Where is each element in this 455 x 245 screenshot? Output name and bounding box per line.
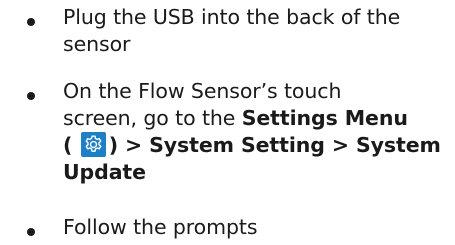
text-line: sensor xyxy=(63,32,131,56)
bullet-point xyxy=(27,228,35,236)
text-line: ( ) > System Setting > System xyxy=(63,132,448,159)
settings-path: ) > System Setting > System xyxy=(108,133,441,157)
bullet-point xyxy=(27,18,35,26)
list-item-text: Plug the USB into the back of the sensor xyxy=(63,4,448,58)
list-item-settings-path: On the Flow Sensor’s touch screen, go to… xyxy=(0,78,455,203)
text-line: Update xyxy=(63,159,448,186)
instruction-list: Plug the USB into the back of the sensor… xyxy=(0,0,455,245)
list-item-follow-prompts: Follow the prompts xyxy=(0,214,455,242)
list-item-plug-usb: Plug the USB into the back of the sensor xyxy=(0,4,455,64)
text-line: On the Flow Sensor’s touch xyxy=(63,79,342,103)
list-item-text: Follow the prompts xyxy=(63,214,448,241)
list-item-text: On the Flow Sensor’s touch screen, go to… xyxy=(63,78,448,186)
text-line: Plug the USB into the back of the xyxy=(63,5,401,29)
bullet-point xyxy=(27,92,35,100)
settings-menu-label: Settings Menu xyxy=(241,106,408,130)
text-line: Follow the prompts xyxy=(63,215,258,239)
gear-icon xyxy=(80,132,106,157)
update-label: Update xyxy=(63,160,146,184)
gear-icon-glyph xyxy=(85,135,102,152)
text-run: screen, go to the xyxy=(63,106,242,130)
open-paren: ( xyxy=(63,133,73,157)
text-line: screen, go to the Settings Menu xyxy=(63,105,448,132)
